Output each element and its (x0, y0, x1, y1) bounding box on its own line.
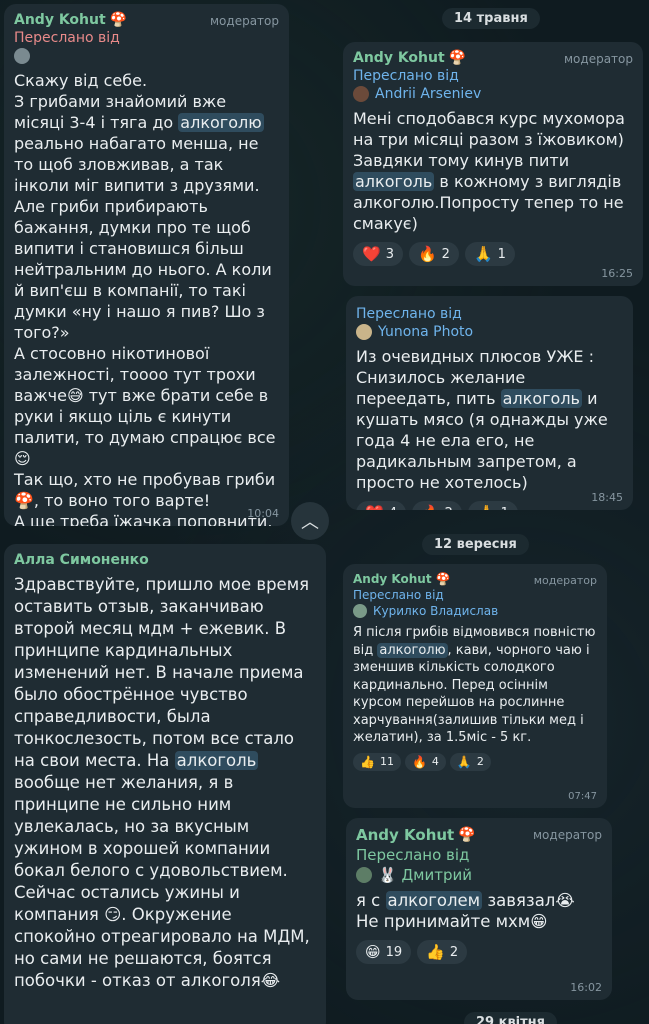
reaction-fire[interactable]: 🔥2 (408, 242, 459, 266)
message-time: 18:45 (591, 491, 623, 504)
forward-author[interactable]: Yunona Photo (356, 324, 623, 340)
keyword-highlight: алкоголем (385, 891, 483, 910)
message-text: Из очевидных плюсов УЖЕ : Снизилось жела… (356, 347, 608, 492)
forwarded-label[interactable]: Переслано від (356, 306, 623, 322)
role-badge: модератор (210, 14, 279, 28)
keyword-highlight: алкоголю (377, 642, 448, 658)
reaction-heart[interactable]: ❤️4 (356, 501, 406, 510)
date-separator: 14 травня (442, 8, 540, 29)
sender-label: Andy Kohut (353, 572, 432, 586)
message-bubble[interactable]: Andy Kohut 🍄 модератор Переслано від 🐰 Д… (346, 818, 612, 1000)
keyword-highlight: алкоголь (500, 389, 582, 408)
reaction-fire[interactable]: 🔥 4 (404, 752, 446, 771)
reactions: ❤️ 3 🔥 2 🙏 1 (353, 242, 633, 266)
forwarded-label[interactable]: Переслано від (353, 588, 597, 602)
message-bubble[interactable]: Andy Kohut 🍄 модератор Переслано від Ска… (4, 4, 289, 526)
sender-label: Andy Kohut (353, 50, 445, 66)
forward-author[interactable]: 🐰 Дмитрий (356, 866, 602, 884)
forwarded-label[interactable]: Переслано від (14, 30, 279, 46)
reaction-pray[interactable]: 🙏 2 (449, 752, 491, 771)
role-badge: модератор (533, 574, 597, 587)
keyword-highlight: алкоголь (353, 172, 435, 191)
message-bubble[interactable]: Переслано від Yunona Photo Из очевидных … (346, 296, 633, 510)
message-text: я с алкоголем завязал😭 Не принимайте мхм… (356, 891, 575, 931)
date-separator: 29 квітня (464, 1012, 557, 1024)
message-time: 10:04 (247, 507, 279, 520)
avatar (14, 48, 30, 64)
avatar (356, 324, 372, 340)
forward-author[interactable]: Курилко Владислав (353, 604, 597, 618)
forward-author[interactable] (14, 48, 279, 64)
message-time: 07:47 (568, 791, 597, 802)
role-badge: модератор (564, 52, 633, 66)
date-separator: 12 вересня (422, 534, 529, 555)
message-time: 16:02 (570, 981, 602, 994)
reactions: 👍 11 🔥 4 🙏 2 (353, 752, 597, 771)
mushroom-icon: 🍄 (109, 12, 128, 28)
sender-name[interactable]: Алла Симоненко (14, 552, 316, 568)
sender-label: Andy Kohut (356, 826, 455, 844)
message-text: Мені сподобався курс мухомора на три міс… (353, 109, 625, 233)
reaction-thumbs-up[interactable]: 👍 11 (353, 752, 401, 771)
chevron-up-icon: ︿ (301, 512, 319, 533)
mushroom-icon: 🍄 (448, 50, 467, 66)
reactions: ❤️4 🔥2 🙏1 (356, 501, 623, 510)
message-bubble[interactable]: Алла Симоненко Здравствуйте, пришло мое … (4, 544, 326, 1024)
keyword-highlight: алкоголь (174, 751, 259, 770)
reaction-pray[interactable]: 🙏1 (464, 242, 515, 266)
message-bubble[interactable]: Andy Kohut 🍄 модератор Переслано від And… (343, 42, 643, 286)
message-time: 16:25 (601, 267, 633, 280)
mushroom-icon: 🍄 (435, 572, 451, 586)
keyword-highlight: алкоголю (178, 113, 264, 132)
avatar (353, 604, 367, 618)
reaction-thumbs-up[interactable]: 👍 2 (417, 940, 468, 964)
reactions: 😁 19 👍 2 (356, 940, 602, 964)
forward-author[interactable]: Andrii Arseniev (353, 86, 633, 102)
scroll-up-button[interactable]: ︿ (291, 502, 329, 540)
reaction-heart[interactable]: ❤️ 3 (353, 242, 403, 266)
message-text: Я після грибів відмовився повністю від а… (353, 625, 596, 745)
reaction-fire[interactable]: 🔥2 (411, 501, 462, 510)
message-text: Скажу від себе. З грибами знайомий вже м… (14, 71, 276, 526)
forwarded-label[interactable]: Переслано від (356, 846, 602, 864)
mushroom-icon: 🍄 (458, 827, 476, 843)
reaction-pray[interactable]: 🙏1 (467, 501, 518, 510)
avatar (353, 86, 369, 102)
message-text: Здравствуйте, пришло мое время оставить … (14, 575, 310, 990)
avatar (356, 867, 372, 883)
sender-label: Andy Kohut (14, 12, 106, 28)
reaction-grin[interactable]: 😁 19 (356, 940, 412, 964)
sender-label: Алла Симоненко (14, 552, 149, 568)
forwarded-label[interactable]: Переслано від (353, 68, 633, 84)
message-bubble[interactable]: Andy Kohut 🍄 модератор Переслано від Кур… (343, 564, 607, 808)
role-badge: модератор (533, 828, 602, 842)
